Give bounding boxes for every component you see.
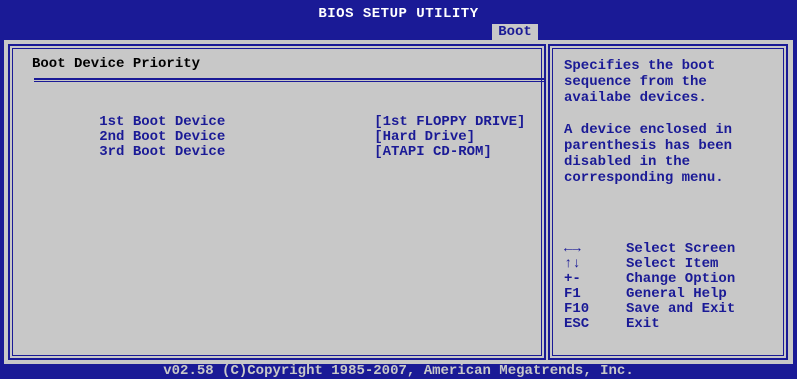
boot-device-value[interactable]: [ATAPI CD-ROM]	[374, 145, 492, 160]
key-description: Exit	[626, 316, 660, 332]
boot-device-label: 1st Boot Device	[99, 114, 226, 130]
key-description: Change Option	[626, 271, 736, 287]
main-frame: Boot Device Priority 1st Boot Device [1st…	[4, 40, 793, 364]
key-description: General Help	[626, 286, 727, 302]
plus-minus-key: +-	[564, 271, 581, 287]
boot-device-label: 2nd Boot Device	[99, 129, 226, 145]
boot-device-row-1[interactable]: 1st Boot Device [1st FLOPPY DRIVE]	[32, 100, 525, 130]
boot-device-value[interactable]: [Hard Drive]	[374, 130, 475, 145]
help-description: Specifies the boot sequence from the ava…	[564, 58, 716, 106]
boot-device-label: 3rd Boot Device	[99, 144, 226, 160]
key-legend-row: ESC Exit	[564, 317, 784, 332]
copyright-footer: v02.58 (C)Copyright 1985-2007, American …	[0, 364, 797, 378]
key-legend-row: +- Change Option	[564, 272, 784, 287]
key-description: Save and Exit	[626, 301, 736, 317]
boot-device-value[interactable]: [1st FLOPPY DRIVE]	[374, 115, 525, 130]
f10-key: F10	[564, 301, 590, 317]
arrow-up-down-icon: ↑↓	[564, 256, 581, 272]
key-description: Select Screen	[626, 241, 736, 257]
f1-key: F1	[564, 286, 581, 302]
settings-panel-inner-border	[12, 48, 542, 356]
key-description: Select Item	[626, 256, 719, 272]
key-legend: ←→ Select Screen ↑↓ Select Item +- Chang…	[564, 242, 784, 332]
arrow-left-right-icon: ←→	[564, 241, 581, 257]
help-panel: Specifies the boot sequence from the ava…	[548, 44, 788, 360]
settings-panel: Boot Device Priority 1st Boot Device [1st…	[8, 44, 546, 360]
key-legend-row: ←→ Select Screen	[564, 242, 784, 257]
section-divider	[34, 78, 544, 82]
key-legend-row: F1 General Help	[564, 287, 784, 302]
key-legend-row: ↑↓ Select Item	[564, 257, 784, 272]
tab-boot[interactable]: Boot	[492, 24, 538, 40]
section-title: Boot Device Priority	[32, 56, 201, 72]
title-bar: BIOS SETUP UTILITY Boot	[0, 0, 797, 40]
help-text: Specifies the boot sequence from the ava…	[564, 58, 774, 202]
help-description-disabled: A device enclosed in parenthesis has bee…	[564, 122, 733, 186]
key-legend-row: F10 Save and Exit	[564, 302, 784, 317]
bios-title: BIOS SETUP UTILITY	[318, 6, 479, 22]
esc-key: ESC	[564, 316, 590, 332]
boot-device-list: 1st Boot Device [1st FLOPPY DRIVE] 2nd Bo…	[32, 100, 525, 160]
